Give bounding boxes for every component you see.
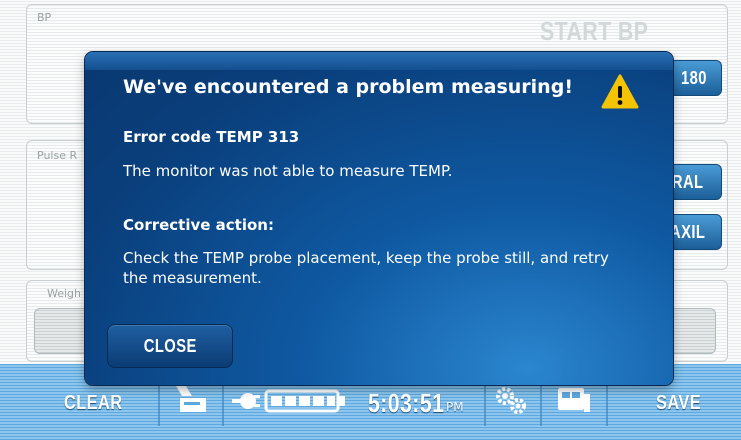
bp-value-button[interactable]: 180 (668, 60, 722, 96)
ampm-indicator: PM (446, 400, 464, 414)
time-display: 5:03:51 (368, 388, 445, 418)
axil-button[interactable]: AXIL (668, 214, 722, 250)
close-button-label: CLOSE (143, 335, 197, 356)
start-bp-button[interactable]: START BP (540, 16, 648, 47)
battery-icon (264, 388, 348, 419)
divider (606, 378, 608, 426)
error-code: Error code TEMP 313 (123, 128, 300, 146)
dialog-header-strip (85, 52, 673, 70)
error-message: The monitor was not able to measure TEMP… (123, 162, 453, 180)
network-card-icon[interactable] (556, 386, 594, 421)
corrective-action-text: Check the TEMP probe placement, keep the… (123, 249, 609, 287)
error-dialog: We've encountered a problem measuring! E… (85, 52, 673, 385)
divider (158, 378, 160, 426)
warning-icon (601, 74, 639, 110)
close-button[interactable]: CLOSE (107, 324, 233, 368)
corrective-action-heading: Corrective action: (123, 216, 274, 234)
pulse-label: Pulse R (37, 149, 78, 162)
dialog-title: We've encountered a problem measuring! (123, 76, 573, 98)
clear-button[interactable]: CLEAR (64, 392, 123, 415)
settings-gears-icon[interactable] (494, 386, 528, 421)
clock: 5:03:51 PM (368, 388, 464, 419)
divider (484, 378, 486, 426)
bp-value-label: 180 (681, 67, 708, 88)
divider (222, 378, 224, 426)
bp-label: BP (37, 11, 52, 24)
oral-button[interactable]: ORAL (660, 164, 722, 200)
weight-label: Weigh (47, 287, 82, 300)
power-plug-icon (230, 388, 262, 419)
divider (540, 378, 542, 426)
save-button[interactable]: SAVE (656, 392, 701, 415)
axil-label: AXIL (669, 221, 706, 242)
printer-icon[interactable] (172, 384, 210, 423)
